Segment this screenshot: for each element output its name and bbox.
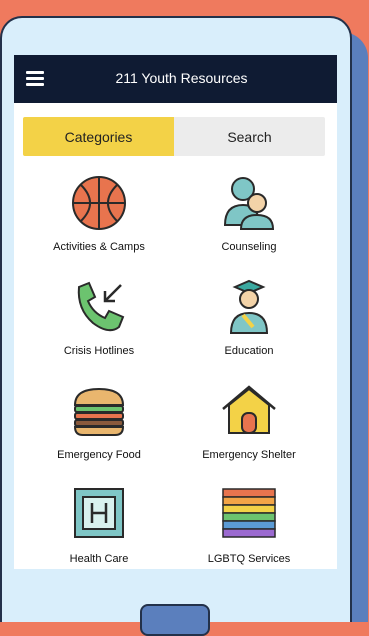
graduate-icon [229,279,269,334]
app-title: 211 Youth Resources [115,70,248,86]
category-education[interactable]: Education [174,277,324,357]
app-screen: 211 Youth Resources Categories Search Ac… [14,55,337,569]
basketball-icon [72,176,126,230]
category-label: Education [224,345,274,357]
app-header: 211 Youth Resources [14,55,337,103]
phone-call-icon [77,281,125,332]
tab-search[interactable]: Search [174,117,325,156]
category-label: Emergency Shelter [202,449,296,461]
house-icon [222,385,276,434]
burger-icon [73,387,125,436]
category-crisis-hotlines[interactable]: Crisis Hotlines [24,277,174,357]
category-label: Crisis Hotlines [63,345,135,357]
category-health-care[interactable]: Health Care [24,485,174,565]
category-label: Health Care [69,553,129,565]
category-label: Emergency Food [57,449,141,461]
category-label: LGBTQ Services [207,553,291,565]
home-button[interactable] [140,604,210,636]
category-label: Counseling [221,241,277,253]
category-lgbtq-services[interactable]: LGBTQ Services [174,485,324,565]
category-emergency-food[interactable]: Emergency Food [24,381,174,461]
hospital-icon [74,488,124,538]
people-icon [223,177,275,230]
category-label: Activities & Camps [53,241,145,253]
tab-bar: Categories Search [23,117,325,156]
tab-categories[interactable]: Categories [23,117,174,156]
category-counseling[interactable]: Counseling [174,173,324,253]
rainbow-flag-icon [222,488,276,538]
category-activities-camps[interactable]: Activities & Camps [24,173,174,253]
category-emergency-shelter[interactable]: Emergency Shelter [174,381,324,461]
